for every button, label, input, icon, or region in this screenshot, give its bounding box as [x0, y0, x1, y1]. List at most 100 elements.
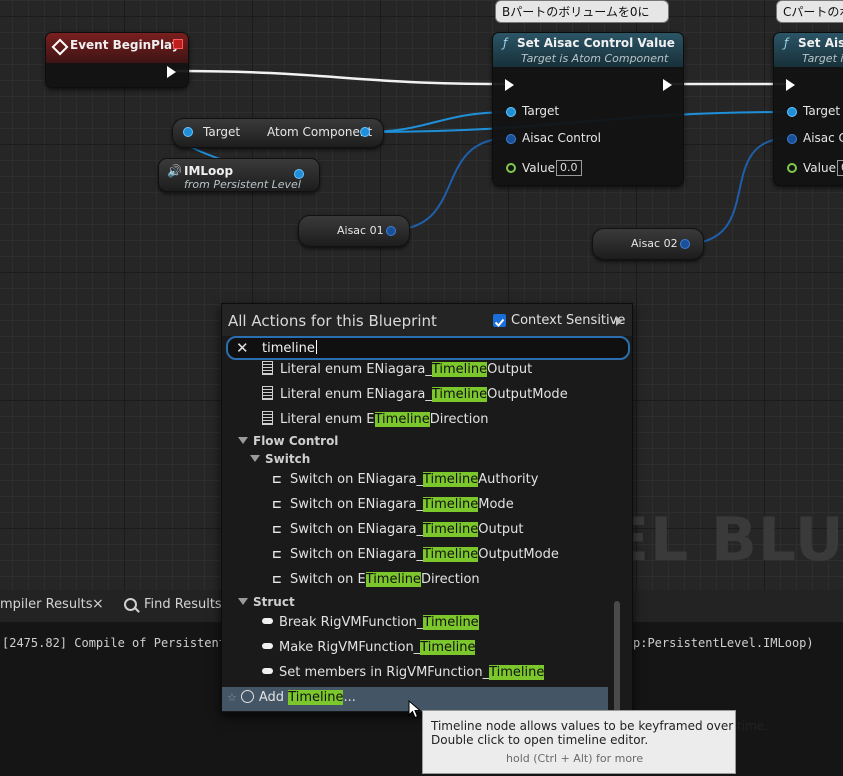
context-sensitive-label: Context Sensitive: [511, 313, 626, 328]
search-icon-handle: [134, 607, 140, 613]
set-aisac-node-2-title: Set Aisac: [798, 36, 843, 50]
list-item[interactable]: ⊏ Switch on ENiagara_TimelineAuthority: [272, 472, 538, 496]
aisac-control-pin-label: Aisac Control: [522, 131, 601, 145]
target-wire-1: [364, 111, 511, 133]
event-node-title: Event BeginPlay: [70, 38, 180, 52]
list-item[interactable]: ⊏ Switch on ENiagara_TimelineMode: [272, 497, 514, 521]
exec-out-pin[interactable]: [167, 66, 176, 78]
list-item[interactable]: Make RigVMFunction_Timeline: [262, 640, 476, 664]
tooltip-hint: hold (Ctrl + Alt) for more: [506, 752, 644, 765]
function-icon: ƒ: [503, 36, 508, 50]
action-menu-header: All Actions for this Blueprint Context S…: [222, 304, 632, 336]
star-icon[interactable]: ☆: [227, 691, 237, 704]
target-pin[interactable]: [787, 107, 797, 117]
node-comment-bubble-2[interactable]: Cパートのボ: [776, 0, 843, 23]
action-list-scrollbar[interactable]: [614, 601, 620, 712]
switch-node-icon: ⊏: [272, 572, 283, 586]
graph-watermark: EL BLUEI: [608, 505, 843, 575]
context-sensitive-checkbox[interactable]: [493, 314, 506, 327]
event-node-header: Event BeginPlay: [46, 33, 188, 63]
list-item[interactable]: Literal enum ETimelineDirection: [262, 411, 489, 435]
list-item[interactable]: Set members in RigVMFunction_Timeline: [262, 665, 545, 689]
clear-search-icon[interactable]: ✕: [236, 339, 249, 357]
value-pin[interactable]: [787, 163, 797, 173]
expand-triangle-icon: [238, 598, 248, 605]
exec-out-pin[interactable]: [663, 79, 672, 91]
atom-component-out-pin[interactable]: [360, 127, 370, 137]
exec-in-pin[interactable]: [786, 79, 795, 91]
search-box[interactable]: ✕ timeline: [226, 336, 630, 360]
speaker-icon: 🔊: [167, 164, 182, 178]
imloop-subtitle: from Persistent Level: [184, 178, 301, 191]
node-comment-bubble[interactable]: Bパートのボリュームを0に: [495, 0, 669, 23]
action-list[interactable]: Literal enum ENiagara_TimelineOutput Lit…: [222, 359, 632, 712]
value-input[interactable]: 0.0: [556, 160, 582, 176]
set-aisac-node-2[interactable]: ƒ Set Aisac Target is Target Aisac Co Va…: [773, 32, 843, 186]
switch-node-icon: ⊏: [272, 472, 283, 486]
set-aisac-node-1-subtitle: Target is Atom Component: [521, 52, 669, 65]
compile-log-line: [2475.82] Compile of PersistentLe: [2, 636, 241, 650]
target-pin-label: Target: [803, 104, 841, 118]
event-delegate-icon: [173, 39, 183, 49]
value-pin-label: Value: [803, 161, 836, 175]
tooltip: Timeline node allows values to be keyfra…: [422, 710, 768, 774]
aisac02-label: Aisac 02: [631, 237, 678, 250]
expand-triangle-icon: [250, 455, 260, 462]
expand-triangle-icon: [238, 437, 248, 444]
list-item[interactable]: ⊏ Switch on ETimelineDirection: [272, 572, 480, 596]
set-aisac-node-2-subtitle: Target is: [802, 52, 843, 65]
event-diamond-icon: [51, 38, 69, 56]
list-item[interactable]: Literal enum ENiagara_TimelineOutput: [262, 361, 532, 385]
target-pin[interactable]: [506, 107, 516, 117]
target-pin-label: Target: [522, 104, 560, 118]
switch-node-icon: ⊏: [272, 522, 283, 536]
tab-find-results[interactable]: Find Results: [144, 597, 222, 612]
function-icon: ƒ: [784, 36, 789, 50]
action-menu[interactable]: All Actions for this Blueprint Context S…: [221, 303, 633, 713]
tooltip-line-2: Double click to open timeline editor.: [431, 733, 649, 747]
aisac01-out-pin[interactable]: [386, 226, 396, 236]
event-beginplay-node[interactable]: Event BeginPlay: [45, 32, 189, 88]
clock-icon: [240, 690, 254, 703]
chevron-right-icon[interactable]: [616, 316, 622, 326]
list-item[interactable]: ⊏ Switch on ENiagara_TimelineOutput: [272, 522, 523, 546]
value-input[interactable]: 0.: [837, 160, 843, 176]
set-aisac-node-1-title: Set Aisac Control Value: [517, 36, 675, 50]
set-aisac-node-1-header: ƒ Set Aisac Control Value Target is Atom…: [493, 33, 683, 67]
imloop-out-pin[interactable]: [294, 169, 304, 179]
action-menu-title: All Actions for this Blueprint: [228, 312, 437, 330]
list-item[interactable]: ⊏ Switch on ENiagara_TimelineOutputMode: [272, 547, 559, 571]
value-pin[interactable]: [506, 163, 516, 173]
mouse-cursor-icon: [408, 700, 422, 719]
imloop-node[interactable]: 🔊 IMLoop from Persistent Level: [158, 158, 320, 192]
atom-component-target-node[interactable]: Target Atom Component: [172, 118, 384, 148]
aisac02-node[interactable]: Aisac 02: [592, 228, 704, 260]
list-item[interactable]: Literal enum ENiagara_TimelineOutputMode: [262, 386, 568, 410]
atom-component-label: Atom Component: [267, 125, 373, 139]
aisac01-label: Aisac 01: [337, 224, 384, 237]
set-aisac-node-1[interactable]: ƒ Set Aisac Control Value Target is Atom…: [492, 32, 684, 186]
tab-compiler-results[interactable]: mpiler Results: [0, 597, 93, 612]
check-icon: [494, 318, 505, 327]
aisac01-node[interactable]: Aisac 01: [298, 215, 410, 247]
exec-in-pin[interactable]: [505, 79, 514, 91]
aisac-control-pin-label: Aisac Co: [803, 131, 843, 145]
list-item[interactable]: Break RigVMFunction_Timeline: [262, 615, 479, 639]
exec-wire-1: [175, 69, 506, 86]
imloop-title: IMLoop: [184, 164, 234, 178]
compile-log-line-tail: p:PersistentLevel.IMLoop): [633, 636, 814, 650]
switch-node-icon: ⊏: [272, 547, 283, 561]
switch-node-icon: ⊏: [272, 497, 283, 511]
aisac02-out-pin[interactable]: [680, 239, 690, 249]
target-in-pin[interactable]: [183, 127, 193, 137]
value-pin-label: Value: [522, 161, 555, 175]
search-input[interactable]: timeline: [262, 340, 317, 356]
enum-literal-icon: [262, 361, 273, 375]
aisac-control-pin[interactable]: [787, 134, 797, 144]
enum-literal-icon: [262, 386, 273, 400]
tab-close-icon[interactable]: ×: [92, 596, 104, 612]
set-aisac-node-2-header: ƒ Set Aisac Target is: [774, 33, 843, 67]
enum-literal-icon: [262, 411, 273, 425]
aisac-control-pin[interactable]: [506, 134, 516, 144]
struct-icon: [262, 668, 273, 674]
